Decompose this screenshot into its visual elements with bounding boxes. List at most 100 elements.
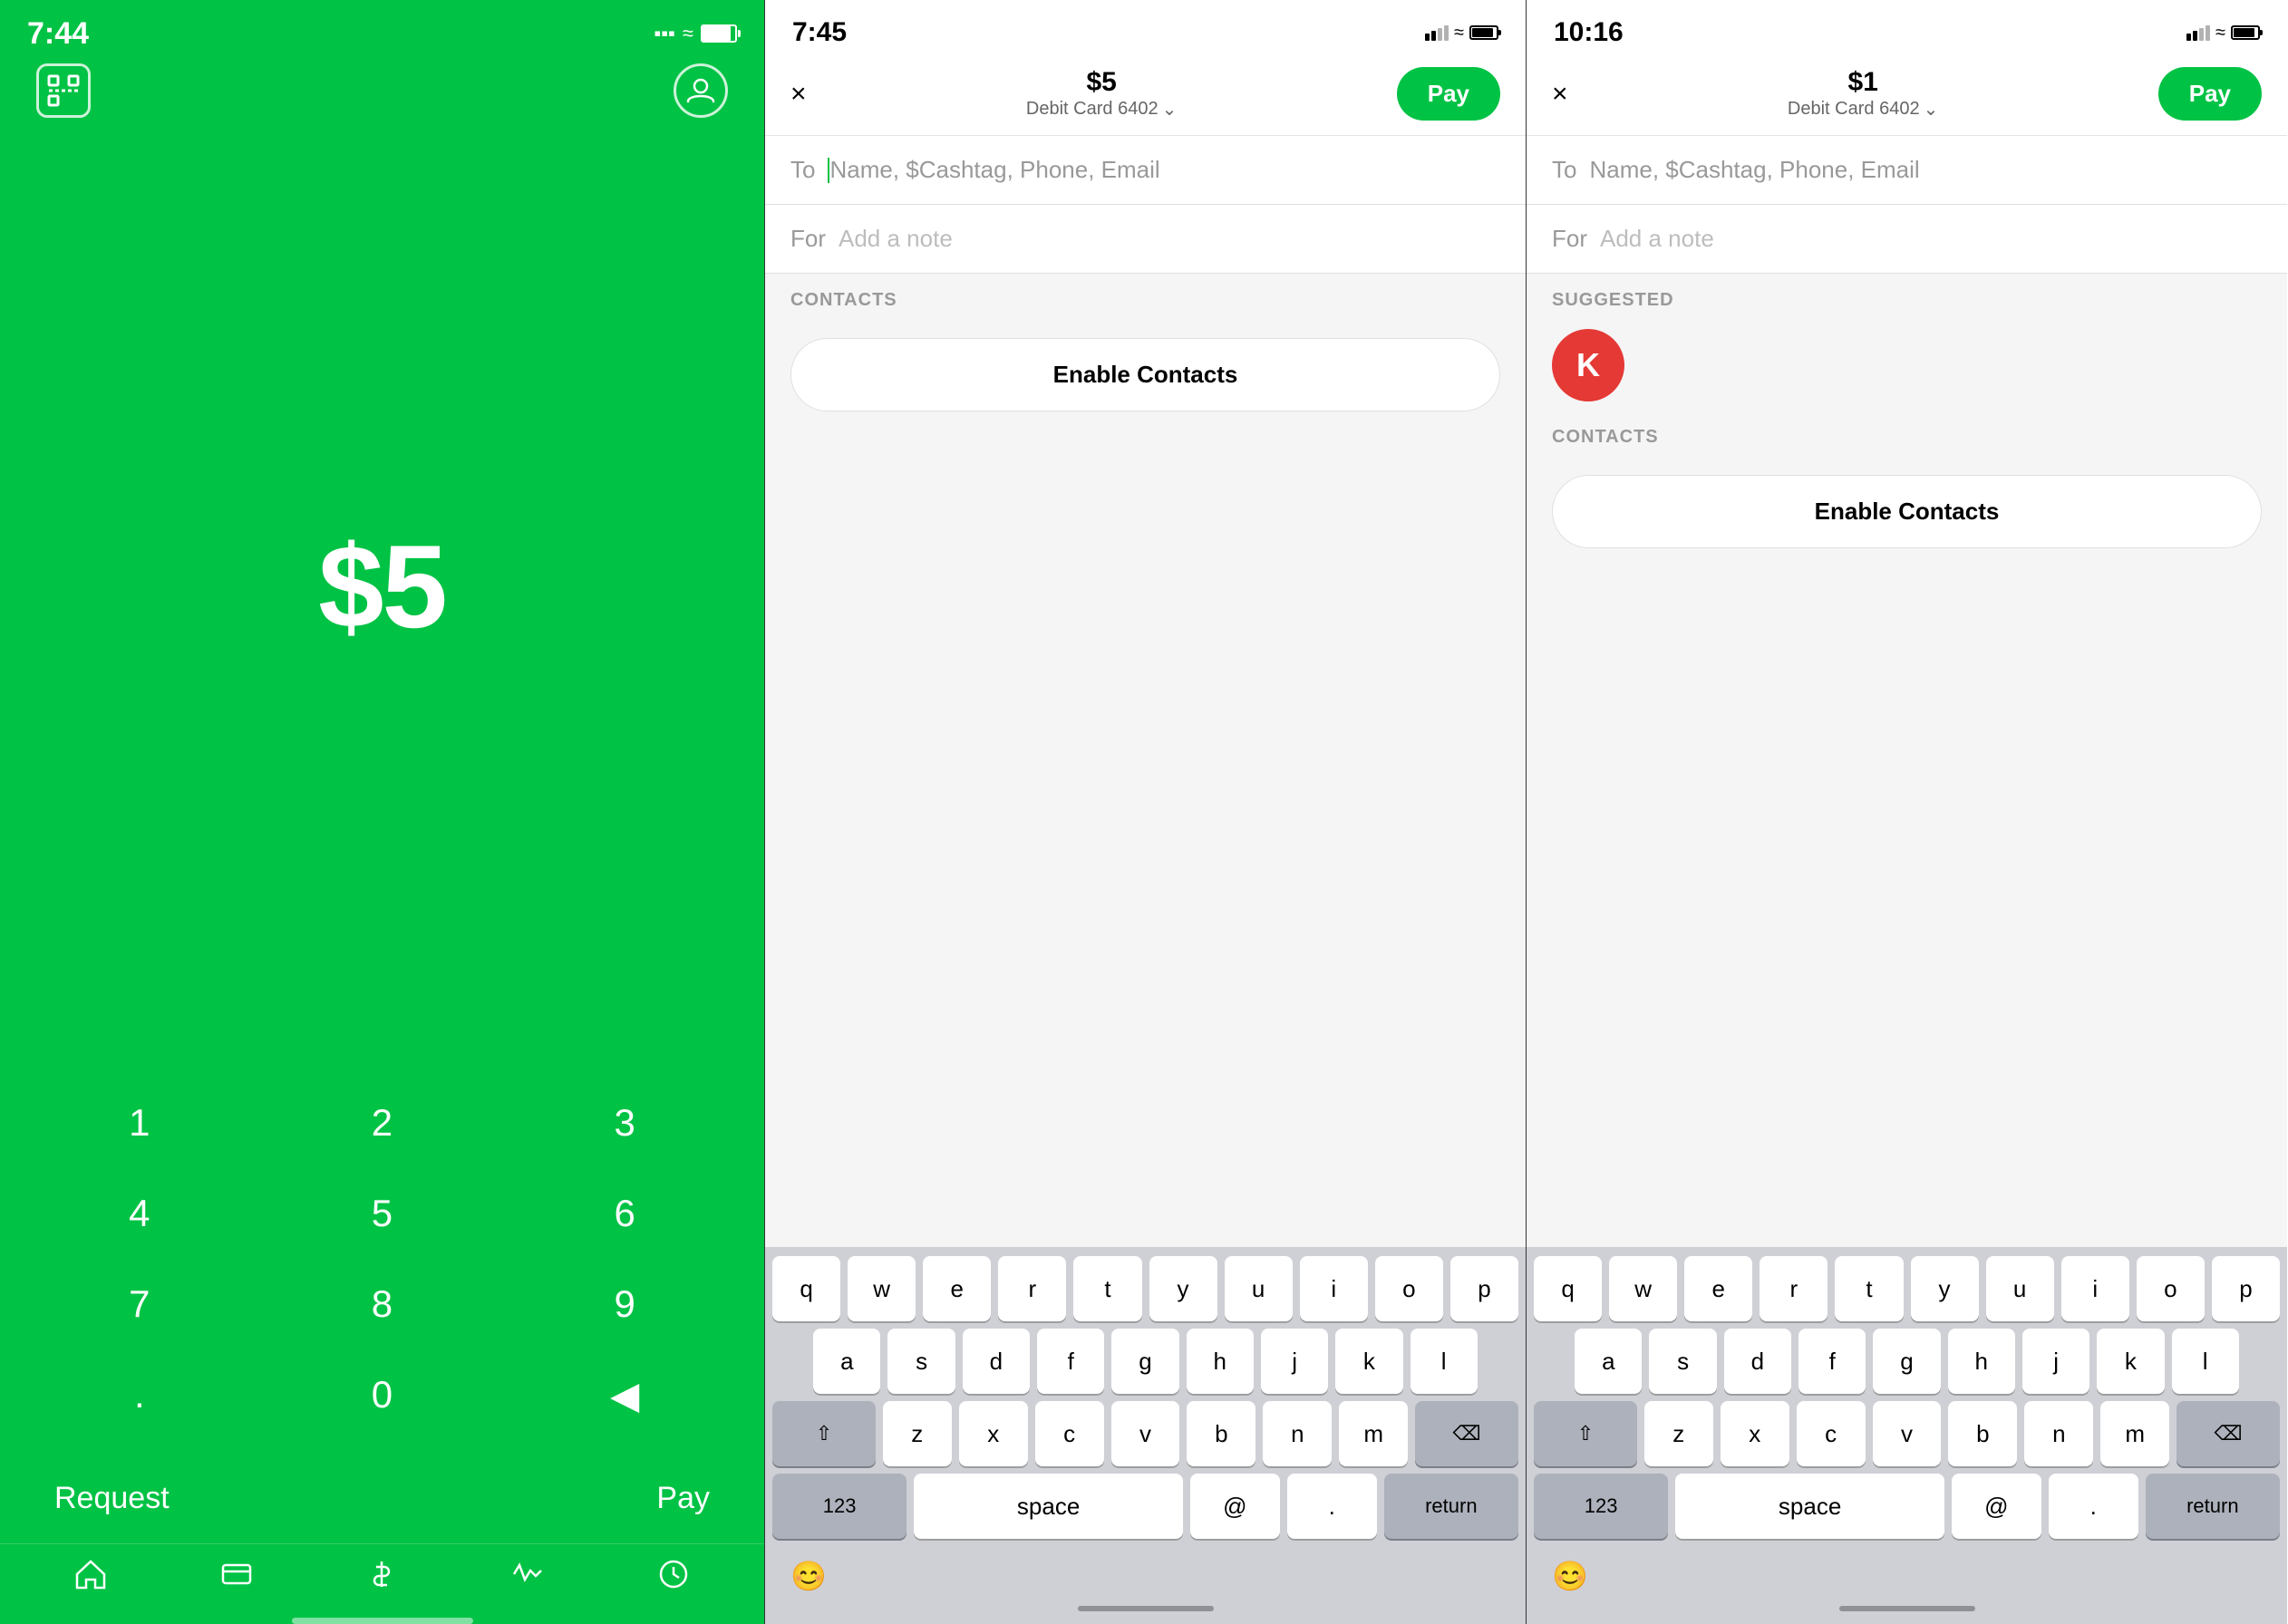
pay-button-3[interactable]: Pay <box>2158 67 2262 121</box>
key-w-3[interactable]: w <box>1609 1256 1677 1321</box>
key-b-2[interactable]: b <box>1187 1401 1255 1466</box>
nav-clock[interactable] <box>657 1558 690 1590</box>
key-s-3[interactable]: s <box>1649 1329 1716 1394</box>
pay-button-2[interactable]: Pay <box>1397 67 1500 121</box>
key-g-3[interactable]: g <box>1873 1329 1940 1394</box>
pay-button-main[interactable]: Pay <box>656 1481 710 1516</box>
enable-contacts-button-2[interactable]: Enable Contacts <box>790 338 1500 411</box>
key-w-2[interactable]: w <box>848 1256 916 1321</box>
key-y-2[interactable]: y <box>1149 1256 1217 1321</box>
key-7[interactable]: 7 <box>31 1263 248 1345</box>
key-i-2[interactable]: i <box>1300 1256 1368 1321</box>
key-e-2[interactable]: e <box>923 1256 991 1321</box>
key-c-3[interactable]: c <box>1797 1401 1866 1466</box>
nav-activity[interactable] <box>511 1558 544 1590</box>
key-o-3[interactable]: o <box>2137 1256 2205 1321</box>
key-n-3[interactable]: n <box>2024 1401 2093 1466</box>
key-o-2[interactable]: o <box>1375 1256 1443 1321</box>
key-p-2[interactable]: p <box>1450 1256 1518 1321</box>
key-y-3[interactable]: y <box>1911 1256 1979 1321</box>
key-k-3[interactable]: k <box>2097 1329 2164 1394</box>
key-4[interactable]: 4 <box>31 1173 248 1254</box>
shift-key-3[interactable]: ⇧ <box>1534 1401 1637 1466</box>
key-d-2[interactable]: d <box>963 1329 1030 1394</box>
key-q-2[interactable]: q <box>772 1256 840 1321</box>
key-5[interactable]: 5 <box>273 1173 490 1254</box>
key-v-2[interactable]: v <box>1111 1401 1180 1466</box>
key-m-2[interactable]: m <box>1339 1401 1408 1466</box>
nav-dollar[interactable] <box>365 1558 398 1590</box>
key-l-2[interactable]: l <box>1411 1329 1478 1394</box>
key-j-3[interactable]: j <box>2022 1329 2089 1394</box>
key-m-3[interactable]: m <box>2100 1401 2169 1466</box>
key-8[interactable]: 8 <box>273 1263 490 1345</box>
key-s-2[interactable]: s <box>887 1329 955 1394</box>
key-z-3[interactable]: z <box>1644 1401 1713 1466</box>
key-u-3[interactable]: u <box>1986 1256 2054 1321</box>
key-f-2[interactable]: f <box>1037 1329 1104 1394</box>
key-l-3[interactable]: l <box>2172 1329 2239 1394</box>
key-a-3[interactable]: a <box>1575 1329 1642 1394</box>
key-x-3[interactable]: x <box>1721 1401 1789 1466</box>
space-key-2[interactable]: space <box>914 1474 1183 1539</box>
return-key-2[interactable]: return <box>1384 1474 1518 1539</box>
key-r-2[interactable]: r <box>998 1256 1066 1321</box>
return-key-3[interactable]: return <box>2146 1474 2280 1539</box>
for-row-2[interactable]: For Add a note <box>765 205 1526 274</box>
key-q-3[interactable]: q <box>1534 1256 1602 1321</box>
for-row-3[interactable]: For Add a note <box>1527 205 2287 274</box>
key-d-3[interactable]: d <box>1724 1329 1791 1394</box>
suggested-avatar-k[interactable]: K <box>1552 329 1624 401</box>
key-t-3[interactable]: t <box>1835 1256 1903 1321</box>
profile-icon[interactable] <box>674 63 728 118</box>
key-r-3[interactable]: r <box>1760 1256 1827 1321</box>
key-b-3[interactable]: b <box>1948 1401 2017 1466</box>
close-button-2[interactable]: × <box>790 79 807 110</box>
to-input-2[interactable]: Name, $Cashtag, Phone, Email <box>829 156 1500 184</box>
key-n-2[interactable]: n <box>1263 1401 1332 1466</box>
key-e-3[interactable]: e <box>1684 1256 1752 1321</box>
key-dot[interactable]: . <box>31 1354 248 1436</box>
key-backspace[interactable]: ◀ <box>516 1354 733 1436</box>
key-a-2[interactable]: a <box>813 1329 880 1394</box>
key-g-2[interactable]: g <box>1111 1329 1178 1394</box>
backspace-key-2[interactable]: ⌫ <box>1415 1401 1518 1466</box>
to-row-3[interactable]: To Name, $Cashtag, Phone, Email <box>1527 136 2287 205</box>
key-h-3[interactable]: h <box>1948 1329 2015 1394</box>
key-f-3[interactable]: f <box>1798 1329 1866 1394</box>
emoji-key-2[interactable]: 😊 <box>790 1559 827 1593</box>
at-key-3[interactable]: @ <box>1952 1474 2041 1539</box>
key-t-2[interactable]: t <box>1073 1256 1141 1321</box>
key-v-3[interactable]: v <box>1873 1401 1942 1466</box>
keyboard-2[interactable]: q w e r t y u i o p a s d f g h j k l ⇧ … <box>765 1247 1526 1552</box>
nav-home[interactable] <box>74 1558 107 1590</box>
key-k-2[interactable]: k <box>1335 1329 1402 1394</box>
key-9[interactable]: 9 <box>516 1263 733 1345</box>
numbers-key-3[interactable]: 123 <box>1534 1474 1668 1539</box>
emoji-key-3[interactable]: 😊 <box>1552 1559 1588 1593</box>
enable-contacts-button-3[interactable]: Enable Contacts <box>1552 475 2262 548</box>
key-2[interactable]: 2 <box>273 1082 490 1164</box>
request-button[interactable]: Request <box>54 1481 170 1516</box>
to-row-2[interactable]: To Name, $Cashtag, Phone, Email <box>765 136 1526 205</box>
key-3[interactable]: 3 <box>516 1082 733 1164</box>
key-x-2[interactable]: x <box>959 1401 1028 1466</box>
key-z-2[interactable]: z <box>883 1401 952 1466</box>
at-key-2[interactable]: @ <box>1190 1474 1280 1539</box>
to-input-3[interactable]: Name, $Cashtag, Phone, Email <box>1589 156 2262 184</box>
nav-card[interactable] <box>220 1558 253 1590</box>
key-6[interactable]: 6 <box>516 1173 733 1254</box>
close-button-3[interactable]: × <box>1552 79 1568 110</box>
keyboard-3[interactable]: q w e r t y u i o p a s d f g h j k l ⇧ … <box>1527 1247 2287 1552</box>
key-c-2[interactable]: c <box>1035 1401 1104 1466</box>
key-j-2[interactable]: j <box>1261 1329 1328 1394</box>
shift-key-2[interactable]: ⇧ <box>772 1401 876 1466</box>
key-u-2[interactable]: u <box>1225 1256 1293 1321</box>
key-i-3[interactable]: i <box>2061 1256 2129 1321</box>
numbers-key-2[interactable]: 123 <box>772 1474 906 1539</box>
key-h-2[interactable]: h <box>1187 1329 1254 1394</box>
period-key-3[interactable]: . <box>2049 1474 2138 1539</box>
scan-icon[interactable] <box>36 63 91 118</box>
period-key-2[interactable]: . <box>1287 1474 1377 1539</box>
key-p-3[interactable]: p <box>2212 1256 2280 1321</box>
